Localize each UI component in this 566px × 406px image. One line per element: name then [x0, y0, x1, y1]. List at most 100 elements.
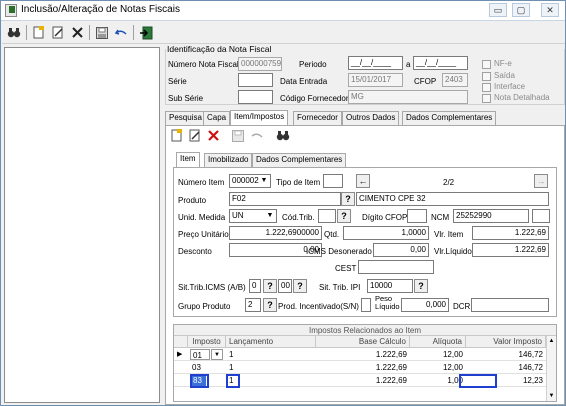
scroll-up-icon[interactable]: ▲ — [547, 336, 556, 346]
grupo-produto-field[interactable]: 2 — [245, 298, 261, 312]
col-aliquota[interactable]: Alíquota — [410, 336, 466, 347]
grupo-produto-lookup[interactable]: ? — [263, 298, 277, 312]
sit-trib-icms-a-field[interactable]: 0 — [249, 279, 261, 293]
grid-scrollbar[interactable]: ▲ ▼ — [546, 336, 556, 401]
col-base-calculo[interactable]: Base Cálculo — [316, 336, 410, 347]
edit-item-icon[interactable] — [186, 127, 204, 144]
save-item-icon[interactable] — [229, 127, 247, 144]
chevron-down-icon: ▼ — [266, 212, 274, 219]
unid-medida-select[interactable]: UN ▼ — [229, 209, 277, 223]
exit-icon[interactable] — [137, 24, 155, 41]
tab-item-impostos[interactable]: Item/Impostos — [230, 110, 289, 126]
produto-desc-field[interactable]: CIMENTO CPE 32 — [356, 192, 549, 206]
cod-fornecedor-field[interactable]: MG — [348, 90, 468, 104]
navigation-pane[interactable] — [4, 47, 160, 403]
cfop-field[interactable]: 2403 — [442, 73, 468, 87]
tab-outros-dados[interactable]: Outros Dados — [342, 111, 400, 126]
minimize-button[interactable]: ▭ — [489, 3, 507, 17]
nfe-checkbox[interactable] — [482, 60, 491, 69]
sit-trib-ipi-lookup[interactable]: ? — [414, 279, 428, 293]
periodo-from-field[interactable]: __/__/____ — [348, 56, 403, 70]
grupo-produto-label: Grupo Produto — [178, 302, 231, 311]
serie-field[interactable] — [238, 73, 273, 87]
tab-dados-complementares[interactable]: Dados Complementares — [402, 111, 497, 126]
vlr-liquido-field[interactable]: 1.222,69 — [472, 243, 549, 257]
delete-item-icon[interactable] — [204, 127, 222, 144]
highlight-valor — [459, 374, 497, 388]
dcr-label: DCR — [453, 302, 471, 311]
col-lancamento[interactable]: Lançamento — [226, 336, 316, 347]
table-row[interactable]: ▶ 01 ▼ 1 1.222,69 12,00 146,72 — [174, 349, 546, 361]
sit-trib-ipi-label: Sit. Trib. IPI — [319, 283, 361, 292]
dcr-field[interactable] — [471, 298, 549, 312]
interface-checkbox[interactable] — [482, 83, 491, 92]
col-imposto[interactable]: Imposto — [188, 336, 226, 347]
cell-imposto[interactable]: 01 — [190, 349, 210, 360]
numero-item-select[interactable]: 000002 ▼ — [229, 174, 271, 188]
arrow-left-icon: ← — [358, 176, 368, 186]
cest-field[interactable] — [358, 260, 434, 274]
new-document-icon[interactable] — [30, 24, 48, 41]
tab-fornecedor[interactable]: Fornecedor — [293, 111, 342, 126]
numero-nota-field[interactable]: 000000759 — [238, 57, 282, 71]
cell-aliquota: 1,00 — [447, 376, 463, 385]
cod-trib-lookup-button[interactable]: ? — [337, 209, 351, 223]
cell-aliquota: 12,00 — [442, 350, 463, 359]
subtab-dados-complementares[interactable]: Dados Complementares — [252, 153, 347, 168]
tipo-item-field[interactable] — [323, 174, 343, 188]
previous-item-button[interactable]: ← — [356, 174, 370, 188]
binoculars-icon[interactable] — [5, 24, 23, 41]
cell-base: 1.222,69 — [375, 350, 407, 359]
next-item-button[interactable]: → — [534, 174, 548, 188]
sit-trib-icms-b-field[interactable]: 00 — [278, 279, 292, 293]
periodo-to-field[interactable]: __/__/____ — [413, 56, 468, 70]
arrow-right-icon: → — [536, 176, 546, 186]
data-entrada-field[interactable]: 15/01/2017 — [348, 73, 403, 87]
qtd-field[interactable]: 1,0000 — [343, 226, 429, 240]
table-row[interactable]: 03 1 1.222,69 12,00 146,72 — [174, 362, 546, 374]
icms-desonerado-field[interactable]: 0,00 — [373, 243, 429, 257]
sit-trib-ipi-field[interactable]: 10000 — [367, 279, 413, 293]
serie-label: Série — [168, 77, 187, 86]
sit-trib-icms-a-lookup[interactable]: ? — [263, 279, 277, 293]
nota-detalhada-checkbox[interactable] — [482, 94, 491, 103]
subtab-item[interactable]: Item — [176, 152, 200, 168]
digito-cfop-field[interactable] — [407, 209, 427, 223]
scroll-down-icon[interactable]: ▼ — [547, 391, 556, 401]
numero-nota-label: Número Nota Fiscal — [168, 60, 239, 69]
cod-trib-field[interactable] — [318, 209, 336, 223]
desconto-label: Desconto — [178, 247, 212, 256]
nota-detalhada-label: Nota Detalhada — [494, 93, 550, 102]
interface-label: Interface — [494, 82, 526, 91]
sit-trib-icms-b-lookup[interactable]: ? — [293, 279, 307, 293]
produto-code-field[interactable]: F02 — [229, 192, 341, 206]
tipo-item-label: Tipo de Item — [276, 178, 321, 187]
vlr-item-label: Vlr. Item — [434, 230, 464, 239]
edit-document-icon[interactable] — [49, 24, 67, 41]
undo-item-icon[interactable] — [248, 127, 266, 144]
ncm-extra-field[interactable] — [532, 209, 550, 223]
cell-base: 1.222,69 — [375, 363, 407, 372]
saida-checkbox[interactable] — [482, 72, 491, 81]
peso-liquido-field[interactable]: 0,000 — [401, 298, 449, 312]
subtab-imobilizado[interactable]: Imobilizado — [204, 153, 253, 168]
search-item-icon[interactable] — [274, 127, 292, 144]
new-item-icon[interactable] — [168, 127, 186, 144]
tab-capa[interactable]: Capa — [203, 111, 231, 126]
prod-incentivado-field[interactable] — [361, 298, 371, 312]
cod-trib-label: Cód.Trib. — [282, 213, 315, 222]
ncm-field[interactable]: 25252990 — [453, 209, 529, 223]
maximize-button[interactable]: ▢ — [512, 3, 530, 17]
undo-icon[interactable] — [112, 24, 130, 41]
preco-unitario-field[interactable]: 1.222,6900000 — [229, 226, 322, 240]
vlr-item-field[interactable]: 1.222,69 — [472, 226, 549, 240]
chevron-down-icon[interactable]: ▼ — [211, 349, 223, 360]
produto-lookup-button[interactable]: ? — [341, 192, 355, 206]
toolbar — [2, 22, 565, 44]
col-valor-imposto[interactable]: Valor Imposto — [466, 336, 546, 347]
delete-icon[interactable] — [68, 24, 86, 41]
tab-pesquisa[interactable]: Pesquisa — [165, 111, 206, 126]
subserie-field[interactable] — [238, 90, 273, 104]
close-button[interactable]: ✕ — [541, 3, 559, 17]
save-icon[interactable] — [93, 24, 111, 41]
